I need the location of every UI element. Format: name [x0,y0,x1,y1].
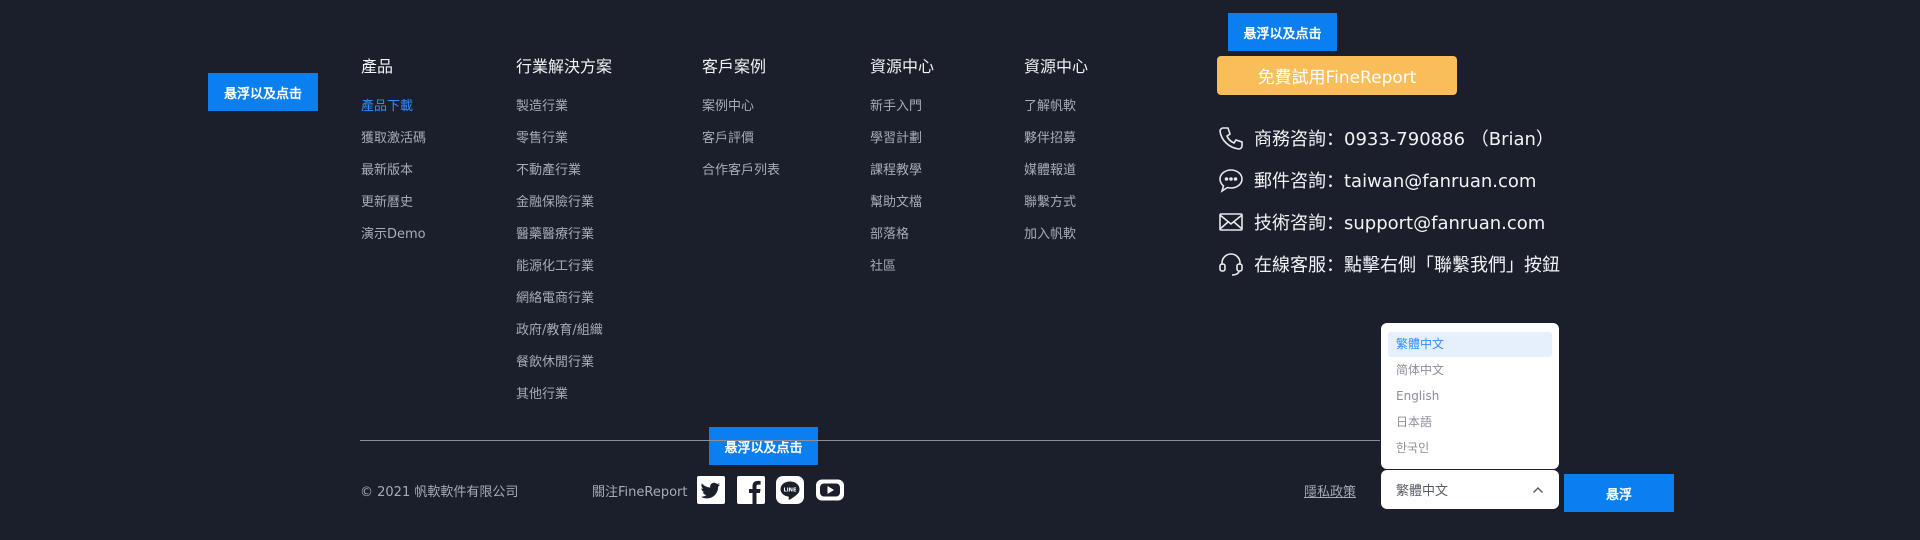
contact-email-text: 郵件咨詢：taiwan@fanruan.com [1254,171,1537,192]
youtube-icon[interactable] [815,475,845,505]
language-option-traditional-chinese[interactable]: 繁體中文 [1388,332,1552,357]
link-real-estate[interactable]: 不動產行業 [516,155,612,187]
link-food-leisure[interactable]: 餐飲休閒行業 [516,347,612,379]
line-icon[interactable]: LINE [775,475,805,505]
footer-column-about: 資源中心 了解帆軟 夥伴招募 媒體報道 聯繫方式 加入帆軟 [1024,56,1088,251]
link-partner-customers[interactable]: 合作客戶列表 [702,155,780,187]
link-government-education[interactable]: 政府/教育/組織 [516,315,612,347]
hover-button-right[interactable]: 悬浮 [1564,474,1674,512]
headset-icon [1219,253,1243,276]
svg-text:LINE: LINE [783,487,797,493]
link-demo[interactable]: 演示Demo [361,219,426,251]
language-select-value: 繁體中文 [1396,484,1449,499]
link-energy-chemical[interactable]: 能源化工行業 [516,251,612,283]
link-case-center[interactable]: 案例中心 [702,91,780,123]
link-medical[interactable]: 醫藥醫療行業 [516,219,612,251]
language-option-simplified-chinese[interactable]: 简体中文 [1388,358,1552,383]
link-contact[interactable]: 聯繫方式 [1024,187,1088,219]
language-dropdown-menu: 繁體中文 简体中文 English 日本語 한국인 [1381,323,1559,469]
contact-support-text: 技術咨詢：support@fanruan.com [1254,213,1546,234]
link-community[interactable]: 社區 [870,251,934,283]
link-manufacturing[interactable]: 製造行業 [516,91,612,123]
link-about-fanruan[interactable]: 了解帆軟 [1024,91,1088,123]
hover-click-button-left[interactable]: 悬浮以及点击 [208,73,318,111]
link-course-tutorials[interactable]: 課程教學 [870,155,934,187]
column-title: 資源中心 [1024,57,1089,76]
language-option-english[interactable]: English [1388,384,1552,409]
contact-phone: 商務咨詢：0933-790886 （Brian） [1218,124,1554,152]
chat-bubble-icon [1219,169,1243,193]
contact-online-service: 在線客服：點擊右側「聯繫我們」按鈕 [1218,250,1560,278]
language-option-korean[interactable]: 한국인 [1388,436,1552,461]
link-partner-recruit[interactable]: 夥伴招募 [1024,123,1088,155]
footer-column-products: 產品 產品下載 獲取激活碼 最新版本 更新曆史 演示Demo [361,56,426,251]
hover-click-button-bottom[interactable]: 悬浮以及点击 [709,427,818,465]
contact-phone-text: 商務咨詢：0933-790886 （Brian） [1254,129,1554,150]
phone-icon [1219,127,1243,150]
footer-column-resources: 資源中心 新手入門 學習計劃 課程教學 幫助文檔 部落格 社區 [870,56,934,283]
privacy-policy-link[interactable]: 隱私政策 [1304,481,1356,500]
link-blog[interactable]: 部落格 [870,219,934,251]
link-product-download[interactable]: 產品下載 [361,91,426,123]
column-title: 資源中心 [870,57,935,76]
link-media-reports[interactable]: 媒體報道 [1024,155,1088,187]
link-update-history[interactable]: 更新曆史 [361,187,426,219]
contact-online-service-text: 在線客服：點擊右側「聯繫我們」按鈕 [1254,255,1560,276]
link-ecommerce[interactable]: 網絡電商行業 [516,283,612,315]
link-finance-insurance[interactable]: 金融保險行業 [516,187,612,219]
link-join-us[interactable]: 加入帆軟 [1024,219,1088,251]
follow-label: 關注FineReport [592,485,688,500]
link-other-industries[interactable]: 其他行業 [516,379,612,411]
free-trial-button[interactable]: 免費試用FineReport [1217,56,1457,95]
link-latest-version[interactable]: 最新版本 [361,155,426,187]
footer-divider [360,440,1380,441]
link-learning-plan[interactable]: 學習計劃 [870,123,934,155]
twitter-icon[interactable] [696,475,726,505]
link-customer-reviews[interactable]: 客戶評價 [702,123,780,155]
chevron-up-icon [1533,486,1543,493]
column-title: 客戶案例 [702,57,767,76]
contact-support: 技術咨詢：support@fanruan.com [1218,208,1545,236]
facebook-icon[interactable] [736,475,766,505]
language-option-japanese[interactable]: 日本語 [1388,410,1552,435]
mail-icon [1219,213,1243,231]
contact-email: 郵件咨詢：taiwan@fanruan.com [1218,166,1536,194]
column-title: 行業解決方案 [516,57,613,76]
footer-column-industry-solutions: 行業解決方案 製造行業 零售行業 不動產行業 金融保險行業 醫藥醫療行業 能源化… [516,56,612,411]
link-retail[interactable]: 零售行業 [516,123,612,155]
footer-column-customer-cases: 客戶案例 案例中心 客戶評價 合作客戶列表 [702,56,780,187]
link-help-docs[interactable]: 幫助文檔 [870,187,934,219]
link-get-activation-code[interactable]: 獲取激活碼 [361,123,426,155]
hover-click-button-top[interactable]: 悬浮以及点击 [1228,13,1337,51]
column-title: 產品 [361,57,394,76]
link-getting-started[interactable]: 新手入門 [870,91,934,123]
copyright-text: © 2021 帆軟軟件有限公司 [360,485,519,500]
language-select[interactable]: 繁體中文 [1381,470,1559,509]
